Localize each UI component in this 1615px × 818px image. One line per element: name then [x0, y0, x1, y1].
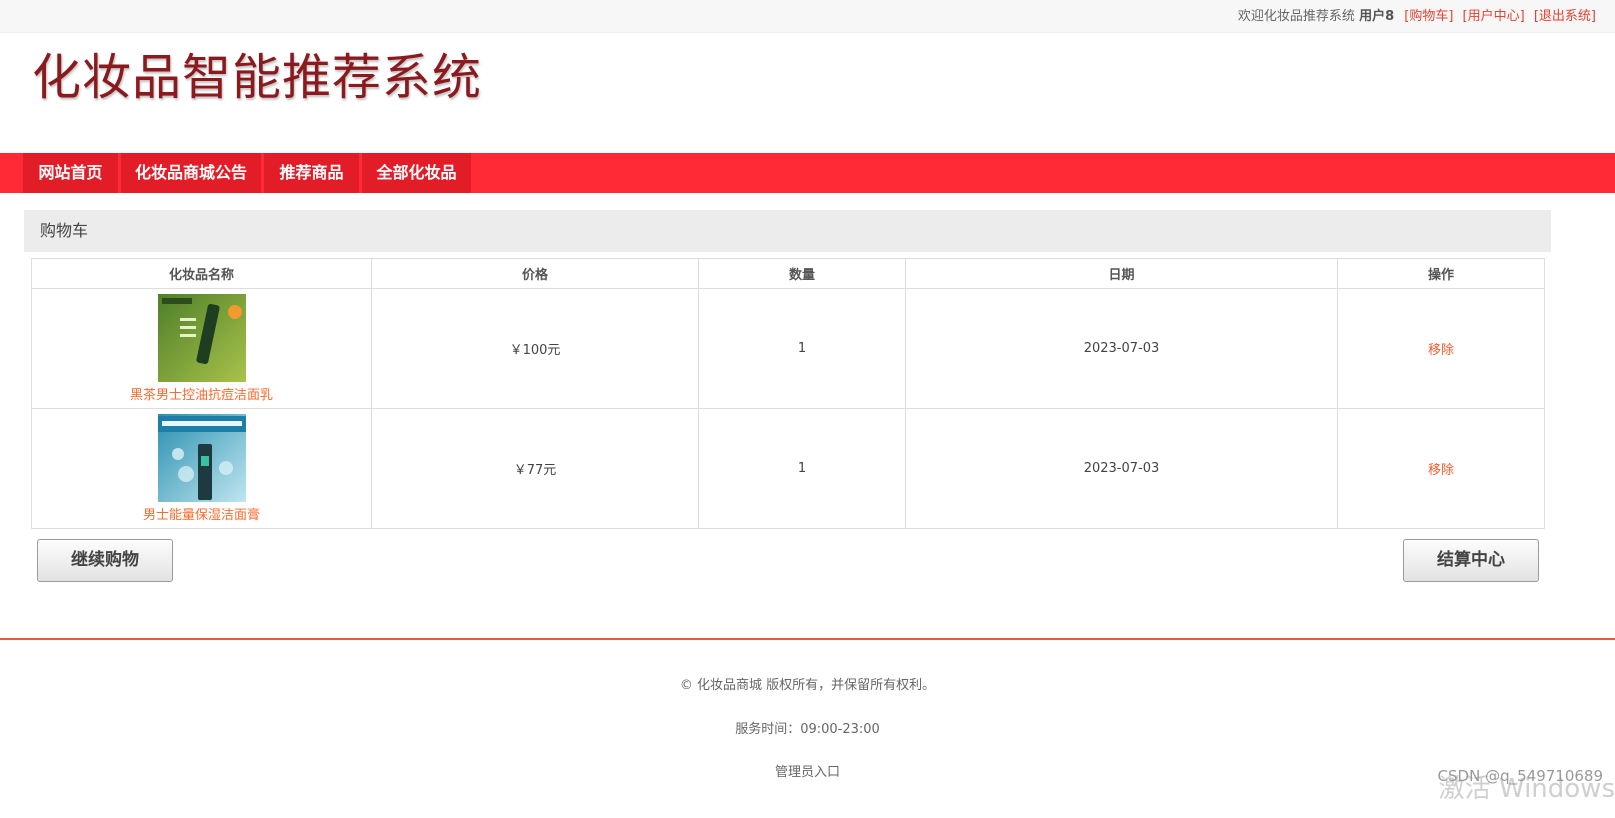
nav-all-products[interactable]: 全部化妆品: [362, 153, 471, 193]
csdn-watermark: CSDN @q_549710689: [1437, 767, 1603, 785]
cart-link[interactable]: [购物车]: [1404, 9, 1453, 24]
table-row: 男士能量保湿洁面膏 ￥77元 1 2023-07-03 移除: [31, 408, 1545, 529]
price-cell: ￥100元: [371, 288, 699, 409]
nav-announcements[interactable]: 化妆品商城公告: [121, 153, 261, 193]
col-quantity: 数量: [698, 258, 906, 289]
checkout-button[interactable]: 结算中心: [1403, 539, 1539, 582]
admin-entry-label[interactable]: 管理员入口: [775, 765, 840, 780]
footer-divider: [0, 638, 1615, 640]
product-name-link[interactable]: 黑茶男士控油抗痘洁面乳: [32, 384, 371, 403]
remove-button[interactable]: 移除: [1428, 463, 1454, 478]
admin-entry-link[interactable]: 管理员入口: [0, 761, 1615, 780]
username: 用户8: [1359, 9, 1395, 24]
product-image[interactable]: [157, 414, 246, 502]
welcome-text: 欢迎化妆品推荐系统: [1237, 9, 1355, 24]
quantity-cell: 1: [698, 288, 906, 409]
col-date: 日期: [905, 258, 1338, 289]
cart-table: 化妆品名称 价格 数量 日期 操作 黑茶男士控油抗痘洁面乳 ￥100元 1 20…: [31, 258, 1545, 529]
user-info: 欢迎化妆品推荐系统 用户8 [购物车] [用户中心] [退出系统]: [1238, 5, 1599, 24]
table-header-row: 化妆品名称 价格 数量 日期 操作: [31, 258, 1545, 289]
product-name-link[interactable]: 男士能量保湿洁面膏: [32, 504, 371, 523]
col-price: 价格: [371, 258, 699, 289]
copyright-text: © 化妆品商城 版权所有，并保留所有权利。: [679, 678, 936, 693]
date-cell: 2023-07-03: [905, 288, 1338, 409]
quantity-cell: 1: [698, 408, 906, 529]
nav-home[interactable]: 网站首页: [23, 153, 118, 193]
logout-link[interactable]: [退出系统]: [1534, 9, 1596, 24]
user-center-link[interactable]: [用户中心]: [1463, 9, 1525, 24]
continue-shopping-button[interactable]: 继续购物: [37, 539, 173, 582]
col-action: 操作: [1337, 258, 1545, 289]
cart-title: 购物车: [24, 210, 1551, 252]
main-nav: 网站首页 化妆品商城公告 推荐商品 全部化妆品: [0, 153, 1615, 193]
product-cell: 黑茶男士控油抗痘洁面乳: [31, 288, 372, 409]
remove-button[interactable]: 移除: [1428, 343, 1454, 358]
price-cell: ￥77元: [371, 408, 699, 529]
product-image[interactable]: [157, 294, 246, 382]
nav-recommended[interactable]: 推荐商品: [264, 153, 359, 193]
col-name: 化妆品名称: [31, 258, 372, 289]
action-cell: 移除: [1337, 408, 1545, 529]
product-cell: 男士能量保湿洁面膏: [31, 408, 372, 529]
table-row: 黑茶男士控油抗痘洁面乳 ￥100元 1 2023-07-03 移除: [31, 288, 1545, 409]
site-logo: 化妆品智能推荐系统: [32, 49, 483, 106]
action-cell: 移除: [1337, 288, 1545, 409]
date-cell: 2023-07-03: [905, 408, 1338, 529]
service-time-text: 服务时间：09:00-23:00: [735, 722, 880, 737]
top-bar: 欢迎化妆品推荐系统 用户8 [购物车] [用户中心] [退出系统]: [0, 0, 1615, 33]
